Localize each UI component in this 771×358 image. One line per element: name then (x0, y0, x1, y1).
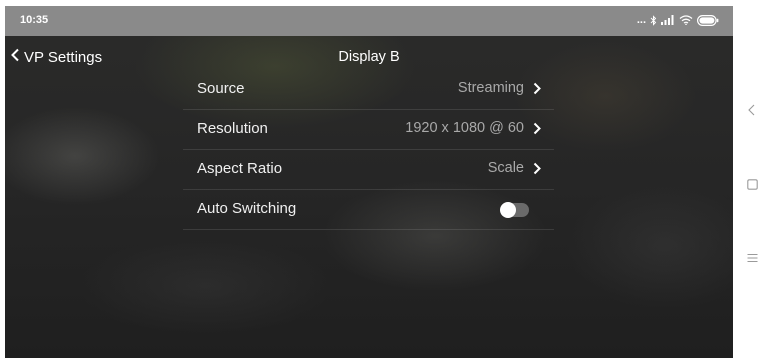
back-triangle-icon[interactable] (747, 103, 757, 121)
setting-label: Aspect Ratio (197, 160, 283, 177)
more-dots: ... (636, 14, 646, 26)
setting-value: Streaming (457, 80, 524, 96)
setting-row-auto-switching: Auto Switching (183, 190, 554, 230)
settings-list: Source Streaming Resolution 1920 x 1080 … (183, 70, 554, 230)
status-time: 10:35 (20, 14, 49, 26)
setting-row-resolution[interactable]: Resolution 1920 x 1080 @ 60 (183, 110, 554, 150)
chevron-right-icon (533, 82, 541, 100)
signal-icon (661, 15, 675, 25)
bluetooth-icon (650, 14, 657, 26)
app-screen: 10:35 ... VP Settings Display B Source S… (5, 6, 733, 358)
system-nav-bar (733, 0, 771, 358)
home-square-icon[interactable] (747, 177, 758, 195)
auto-switching-toggle[interactable] (500, 202, 529, 218)
wifi-icon (679, 15, 693, 25)
status-bar: 10:35 ... (5, 6, 733, 36)
page-title: Display B (338, 49, 400, 65)
setting-label: Source (197, 80, 245, 97)
toggle-knob (500, 202, 516, 218)
setting-row-aspect-ratio[interactable]: Aspect Ratio Scale (183, 150, 554, 190)
setting-value: 1920 x 1080 @ 60 (405, 120, 524, 136)
setting-label: Resolution (197, 120, 268, 137)
status-icons: ... (637, 14, 719, 26)
setting-value: Scale (487, 160, 524, 176)
chevron-right-icon (533, 162, 541, 180)
battery-icon (697, 14, 719, 26)
setting-row-source[interactable]: Source Streaming (183, 70, 554, 110)
setting-label: Auto Switching (197, 200, 297, 217)
menu-lines-icon[interactable] (747, 250, 758, 268)
chevron-right-icon (533, 122, 541, 140)
